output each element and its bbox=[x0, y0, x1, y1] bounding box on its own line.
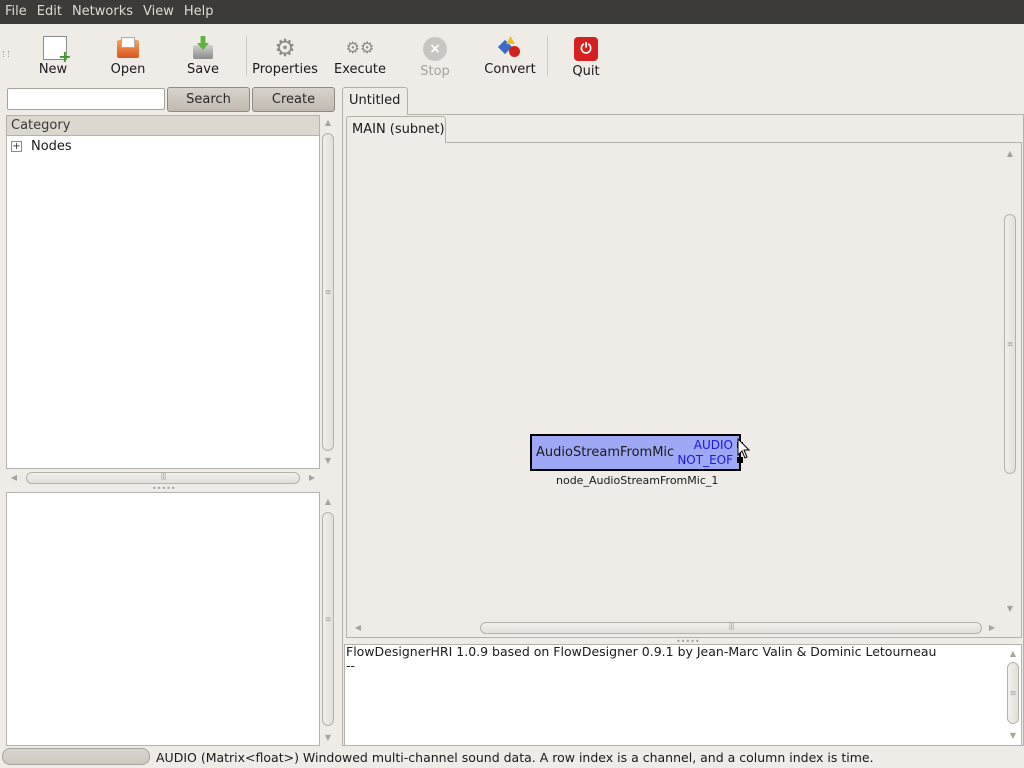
tree-row-label: Nodes bbox=[31, 138, 72, 154]
toolbar: New Open Save ⚙ Properties ⚙⚙ Execute × … bbox=[0, 24, 1024, 84]
log-line: -- bbox=[346, 658, 356, 673]
category-tree[interactable]: Category + Nodes bbox=[6, 115, 320, 469]
category-header[interactable]: Category bbox=[7, 116, 319, 136]
log-line: FlowDesignerHRI 1.0.9 based on FlowDesig… bbox=[346, 644, 937, 659]
scroll-left-arrow-icon[interactable]: ◀ bbox=[8, 471, 20, 485]
expand-icon[interactable]: + bbox=[11, 140, 22, 152]
tree-row-nodes[interactable]: + Nodes bbox=[7, 136, 319, 156]
save-button[interactable]: Save bbox=[160, 24, 246, 84]
node-name: AudioStreamFromMic bbox=[536, 445, 675, 460]
gears-icon: ⚙⚙ bbox=[345, 38, 375, 57]
scroll-down-arrow-icon[interactable]: ▼ bbox=[321, 455, 335, 467]
description-box bbox=[6, 492, 320, 746]
scroll-up-arrow-icon[interactable]: ▲ bbox=[1003, 148, 1017, 160]
new-button[interactable]: New bbox=[10, 24, 96, 84]
power-icon: ⏻ bbox=[574, 37, 598, 61]
open-button-label: Open bbox=[110, 62, 146, 77]
scroll-down-arrow-icon[interactable]: ▼ bbox=[1003, 603, 1017, 615]
canvas-vscroll-thumb[interactable] bbox=[1004, 214, 1016, 474]
execute-button-label: Execute bbox=[334, 62, 386, 77]
stop-button[interactable]: × Stop bbox=[397, 24, 473, 84]
open-button[interactable]: Open bbox=[96, 24, 160, 84]
execute-button[interactable]: ⚙⚙ Execute bbox=[323, 24, 397, 84]
canvas-hscroll-thumb[interactable] bbox=[480, 622, 982, 634]
output-port-audio[interactable]: AUDIO bbox=[694, 438, 733, 452]
tab-main-subnet[interactable]: MAIN (subnet) bbox=[346, 116, 446, 143]
tree-vscrollbar[interactable]: ▲ ▼ bbox=[321, 117, 335, 467]
gear-icon: ⚙ bbox=[274, 34, 296, 62]
status-text: AUDIO (Matrix<float>) Windowed multi-cha… bbox=[156, 750, 874, 765]
quit-button-label: Quit bbox=[572, 64, 600, 79]
description-vscrollbar[interactable]: ▲ ▼ bbox=[321, 496, 335, 746]
scroll-up-arrow-icon[interactable]: ▲ bbox=[321, 117, 335, 129]
tab-untitled[interactable]: Untitled bbox=[342, 87, 408, 115]
scroll-right-arrow-icon[interactable]: ▶ bbox=[306, 471, 318, 485]
new-file-icon bbox=[42, 36, 72, 65]
statusbar: AUDIO (Matrix<float>) Windowed multi-cha… bbox=[0, 747, 1024, 768]
search-button[interactable]: Search bbox=[167, 87, 250, 112]
log-console: FlowDesignerHRI 1.0.9 based on FlowDesig… bbox=[344, 644, 1022, 746]
stop-icon: × bbox=[423, 37, 447, 61]
description-vscroll-thumb[interactable] bbox=[322, 512, 334, 726]
menu-view[interactable]: View bbox=[138, 0, 179, 24]
toolbar-grip[interactable] bbox=[0, 24, 10, 84]
properties-button[interactable]: ⚙ Properties bbox=[247, 24, 323, 84]
menu-help[interactable]: Help bbox=[179, 0, 219, 24]
canvas-hscrollbar[interactable]: ◀ ▶ bbox=[350, 621, 1000, 635]
menubar: File Edit Networks View Help bbox=[0, 0, 1024, 24]
search-input[interactable] bbox=[7, 88, 165, 110]
convert-icon bbox=[498, 36, 522, 60]
tree-hscrollbar[interactable]: ◀ ▶ bbox=[8, 471, 320, 485]
node-instance-label: node_AudioStreamFromMic_1 bbox=[556, 474, 719, 487]
log-vscrollbar[interactable]: ▲ ▼ bbox=[1006, 648, 1020, 744]
scroll-up-arrow-icon[interactable]: ▲ bbox=[321, 496, 335, 508]
properties-button-label: Properties bbox=[252, 62, 318, 77]
network-node[interactable]: AudioStreamFromMic AUDIO NOT_EOF bbox=[530, 434, 743, 471]
log-vscroll-thumb[interactable] bbox=[1007, 662, 1019, 724]
mouse-pointer-icon bbox=[737, 438, 751, 459]
tree-vscroll-thumb[interactable] bbox=[322, 133, 334, 451]
scroll-up-arrow-icon[interactable]: ▲ bbox=[1006, 648, 1020, 660]
save-icon bbox=[191, 36, 215, 60]
create-button[interactable]: Create bbox=[252, 87, 335, 112]
tree-hscroll-thumb[interactable] bbox=[26, 472, 300, 484]
network-canvas[interactable] bbox=[346, 142, 1022, 638]
convert-button[interactable]: Convert bbox=[473, 24, 547, 84]
scroll-down-arrow-icon[interactable]: ▼ bbox=[1006, 730, 1020, 742]
canvas-vscrollbar[interactable]: ▲ ▼ bbox=[1003, 148, 1017, 616]
progress-bar bbox=[2, 748, 150, 765]
menu-edit[interactable]: Edit bbox=[32, 0, 67, 24]
stop-button-label: Stop bbox=[420, 64, 450, 79]
scroll-down-arrow-icon[interactable]: ▼ bbox=[321, 732, 335, 744]
open-folder-icon bbox=[116, 36, 140, 60]
scroll-right-arrow-icon[interactable]: ▶ bbox=[986, 621, 998, 635]
output-port-not-eof[interactable]: NOT_EOF bbox=[677, 453, 733, 467]
pane-handle[interactable]: ••••• bbox=[152, 484, 176, 493]
scroll-left-arrow-icon[interactable]: ◀ bbox=[352, 621, 364, 635]
menu-file[interactable]: File bbox=[0, 0, 32, 24]
menu-networks[interactable]: Networks bbox=[67, 0, 138, 24]
quit-button[interactable]: ⏻ Quit bbox=[548, 24, 624, 84]
convert-button-label: Convert bbox=[484, 62, 536, 77]
save-button-label: Save bbox=[187, 62, 219, 77]
